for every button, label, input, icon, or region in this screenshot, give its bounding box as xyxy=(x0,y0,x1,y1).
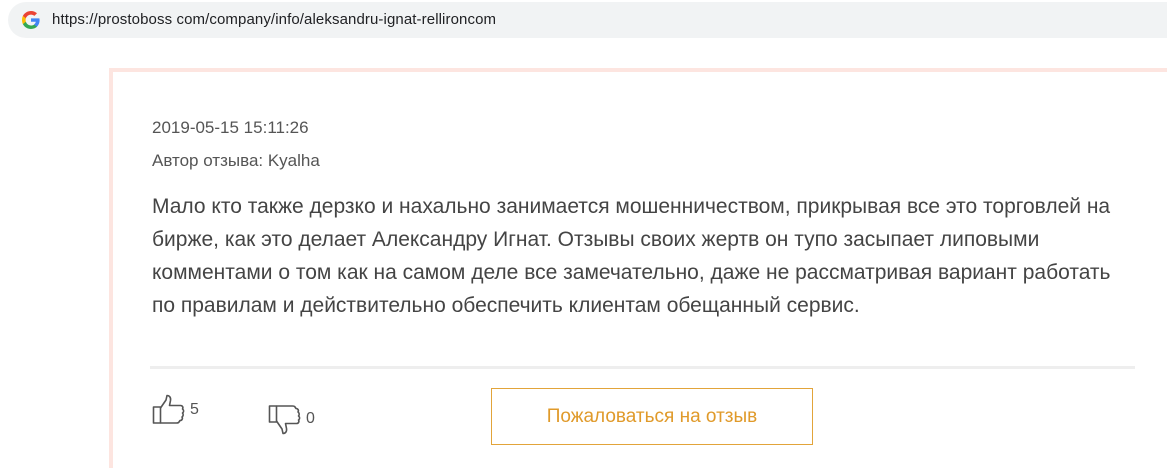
review-author: Автор отзыва: Kyalha xyxy=(152,151,320,170)
complain-button[interactable]: Пожаловаться на отзыв xyxy=(491,388,813,445)
review-text: Мало кто также дерзко и нахально занимае… xyxy=(152,195,1111,317)
dislike-button[interactable]: 0 xyxy=(268,403,315,435)
address-bar[interactable]: https://prostoboss com/company/info/alek… xyxy=(8,2,1167,38)
review-date: 2019-05-15 15:11:26 xyxy=(152,118,309,137)
thumbs-down-icon xyxy=(268,405,301,435)
url-text[interactable]: https://prostoboss com/company/info/alek… xyxy=(52,11,496,28)
dislikes-count: 0 xyxy=(306,410,315,427)
like-button[interactable]: 5 xyxy=(152,394,199,426)
google-g-icon xyxy=(22,11,40,29)
thumbs-up-icon xyxy=(152,394,185,424)
likes-count: 5 xyxy=(190,401,199,418)
divider xyxy=(150,366,1135,369)
